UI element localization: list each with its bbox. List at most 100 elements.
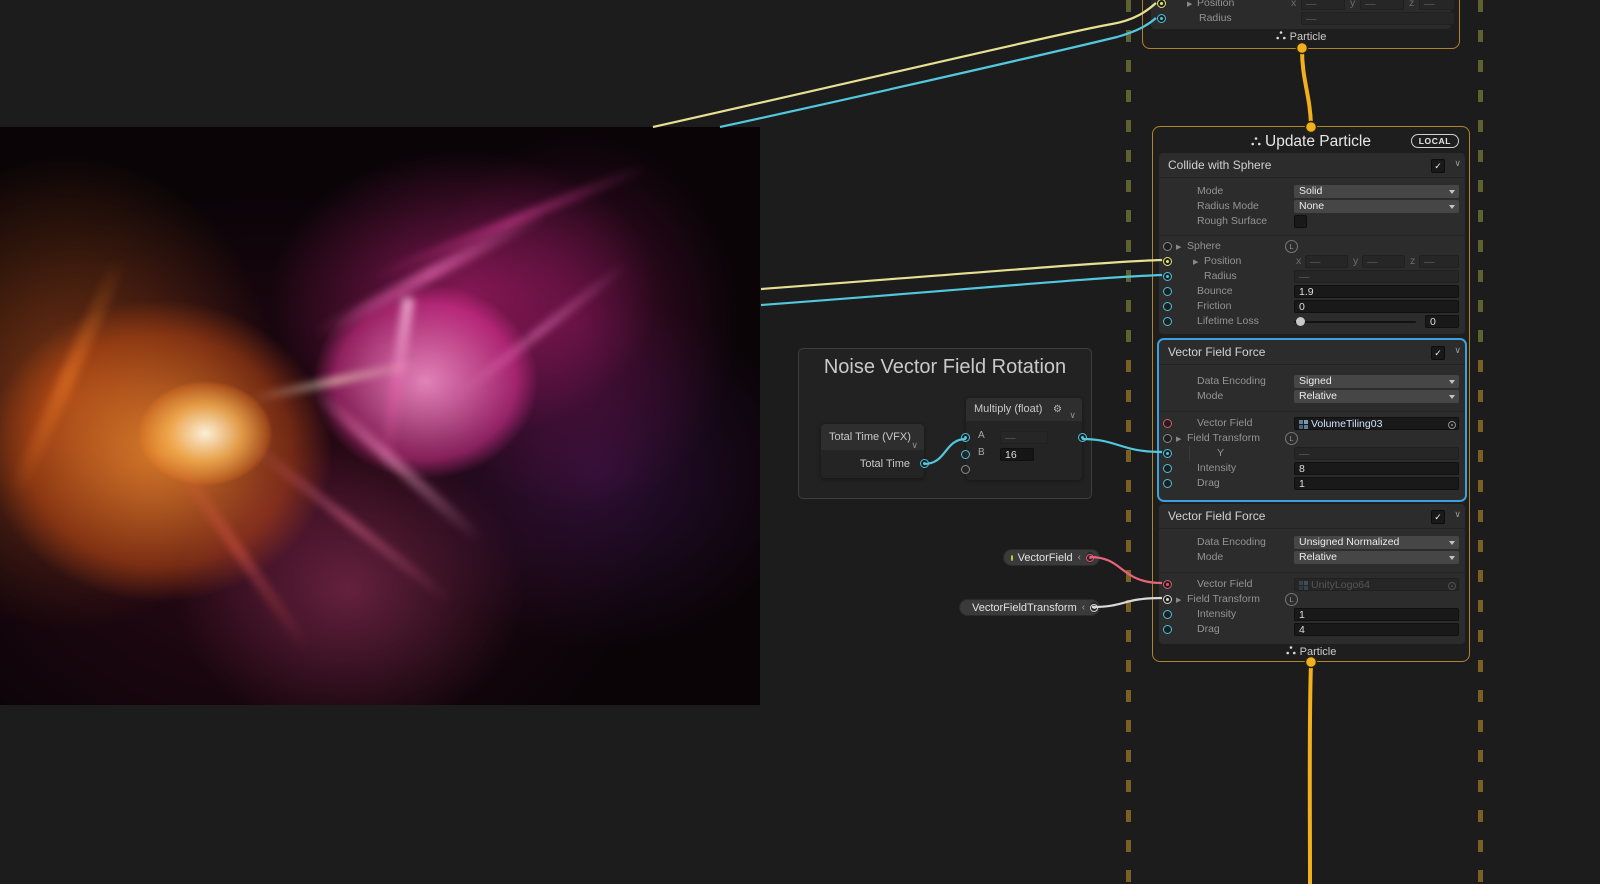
local-space-badge[interactable]: L [1285,593,1298,606]
node-header[interactable]: Multiply (float) ⚙ ∨ [966,398,1082,421]
position-input-port[interactable] [1157,0,1166,8]
parameter-pill-vectorfieldtransform[interactable]: VectorFieldTransform ‹ [959,599,1100,616]
vector-field-object-field[interactable]: VolumeTiling03 [1294,417,1459,430]
total-time-output-port[interactable] [920,459,929,468]
y-value-field[interactable]: — [1360,0,1404,10]
settings-gear-icon[interactable]: ⚙ [1053,398,1062,421]
group-title[interactable]: Noise Vector Field Rotation [799,356,1091,379]
chevron-down-icon[interactable]: ∨ [1454,345,1461,356]
radius-mode-label: Radius Mode [1197,200,1259,212]
position-input-port[interactable] [1163,257,1172,266]
block-header[interactable]: Vector Field Force ✓ ∨ [1159,340,1465,365]
edge-multiply-to-y[interactable] [1081,437,1163,454]
preview-streak [369,161,651,283]
z-value-field[interactable]: — [1419,0,1455,10]
radius-value-field[interactable]: — [1294,270,1459,283]
edge-sphere-position[interactable] [760,258,1163,291]
lifetime-loss-input-port[interactable] [1163,317,1172,326]
vector-field-input-port[interactable] [1163,419,1172,428]
friction-value-field[interactable]: 0 [1294,300,1459,313]
data-encoding-dropdown[interactable]: Unsigned Normalized [1294,536,1459,549]
operator-node-total-time[interactable]: Total Time (VFX) ∨ Total Time [821,424,929,478]
data-encoding-dropdown[interactable]: Signed [1294,375,1459,388]
multiply-output-port[interactable] [1078,433,1087,442]
mode-dropdown[interactable]: Relative [1294,551,1459,564]
intensity-input-port[interactable] [1163,464,1172,473]
radius-value-field[interactable]: — [1301,12,1455,25]
radius-mode-dropdown[interactable]: None [1294,200,1459,213]
object-picker-icon[interactable] [1448,420,1456,429]
block-vector-field-force-2[interactable]: Vector Field Force ✓ ∨ Data Encoding Uns… [1159,504,1465,644]
flow-edge-from-update[interactable] [1307,662,1313,884]
enabled-checkbox[interactable]: ✓ [1431,510,1445,524]
block-vector-field-force-1[interactable]: Vector Field Force ✓ ∨ Data Encoding Sig… [1157,338,1467,502]
friction-input-port[interactable] [1163,302,1172,311]
sphere-input-port[interactable] [1163,242,1172,251]
y-value-field[interactable]: — [1362,255,1405,268]
mode-dropdown[interactable]: Solid [1294,185,1459,198]
enabled-checkbox[interactable]: ✓ [1431,346,1445,360]
z-value-field[interactable]: — [1419,255,1459,268]
context-node-update-particle[interactable]: Update Particle LOCAL Collide with Spher… [1152,126,1470,662]
foldout-arrow-icon[interactable]: ▶ [1176,243,1181,251]
chevron-left-icon[interactable]: ‹ [1082,602,1085,613]
multiply-input-add-port[interactable] [961,465,970,474]
block-header[interactable]: Collide with Sphere ✓ ∨ [1159,153,1465,178]
multiply-b-value-field[interactable]: 16 [1000,448,1034,461]
foldout-arrow-icon[interactable]: ▶ [1187,0,1192,8]
local-space-badge[interactable]: L [1285,240,1298,253]
rough-surface-checkbox[interactable] [1294,215,1307,228]
drag-value-field[interactable]: 4 [1294,623,1459,636]
vector-field-object-field[interactable]: UnityLogo64 [1294,578,1459,591]
chevron-left-icon[interactable]: ‹ [1078,552,1081,563]
multiply-input-a-port[interactable] [961,433,970,442]
y-input-port[interactable] [1163,449,1172,458]
intensity-value-field[interactable]: 1 [1294,608,1459,621]
foldout-arrow-icon[interactable]: ▶ [1193,258,1198,266]
field-transform-input-port[interactable] [1163,595,1172,604]
foldout-arrow-icon[interactable]: ▶ [1176,596,1181,604]
drag-input-port[interactable] [1163,625,1172,634]
field-transform-input-port[interactable] [1163,434,1172,443]
lifetime-loss-value-field[interactable]: 0 [1425,315,1459,328]
x-value-field[interactable]: — [1301,0,1345,10]
foldout-arrow-icon[interactable]: ▶ [1176,435,1181,443]
lifetime-loss-slider-handle[interactable] [1296,317,1305,326]
multiply-a-value-field[interactable]: — [1000,431,1048,444]
object-picker-icon[interactable] [1448,581,1456,590]
bounce-value-field[interactable]: 1.9 [1294,285,1459,298]
sphere-label: Sphere [1187,240,1221,252]
block-header[interactable]: Vector Field Force ✓ ∨ [1159,504,1465,529]
y-value-field[interactable]: — [1294,447,1459,460]
lifetime-loss-slider-track[interactable] [1294,321,1416,323]
drag-value-field[interactable]: 1 [1294,477,1459,490]
vectorfield-output-port[interactable] [1086,552,1094,563]
drag-input-port[interactable] [1163,479,1172,488]
chevron-down-icon[interactable]: ∨ [1454,158,1461,169]
edge-sphere-radius[interactable] [760,273,1163,307]
radius-input-port[interactable] [1163,272,1172,281]
intensity-input-port[interactable] [1163,610,1172,619]
chevron-down-icon[interactable]: ∨ [1454,509,1461,520]
multiply-input-b-port[interactable] [961,450,970,459]
block-collide-with-sphere[interactable]: Collide with Sphere ✓ ∨ Mode Solid Radiu… [1159,153,1465,334]
vector-field-input-port[interactable] [1163,580,1172,589]
row-rough-surface: Rough Surface [1159,214,1465,229]
bounce-input-port[interactable] [1163,287,1172,296]
edge-sphere-position-top[interactable] [652,2,1157,129]
vectorfieldtransform-output-port[interactable] [1090,602,1099,613]
x-axis-label: x [1296,255,1302,267]
edge-sphere-radius-top[interactable] [719,17,1157,129]
local-space-badge[interactable]: L [1285,432,1298,445]
flow-edge-to-update[interactable] [1300,48,1313,126]
vfx-graph-canvas[interactable]: ▶ Position x — y — z — Radius — Particle… [0,0,1600,884]
node-header[interactable]: Total Time (VFX) ∨ [821,424,924,450]
mode-dropdown[interactable]: Relative [1294,390,1459,403]
context-node-partial[interactable]: ▶ Position x — y — z — Radius — Particle [1142,0,1460,49]
enabled-checkbox[interactable]: ✓ [1431,159,1445,173]
parameter-pill-vectorfield[interactable]: VectorField ‹ [1003,549,1100,566]
operator-node-multiply-float[interactable]: Multiply (float) ⚙ ∨ A — B 16 [961,398,1087,480]
x-value-field[interactable]: — [1305,255,1348,268]
radius-input-port[interactable] [1157,14,1166,23]
intensity-value-field[interactable]: 8 [1294,462,1459,475]
